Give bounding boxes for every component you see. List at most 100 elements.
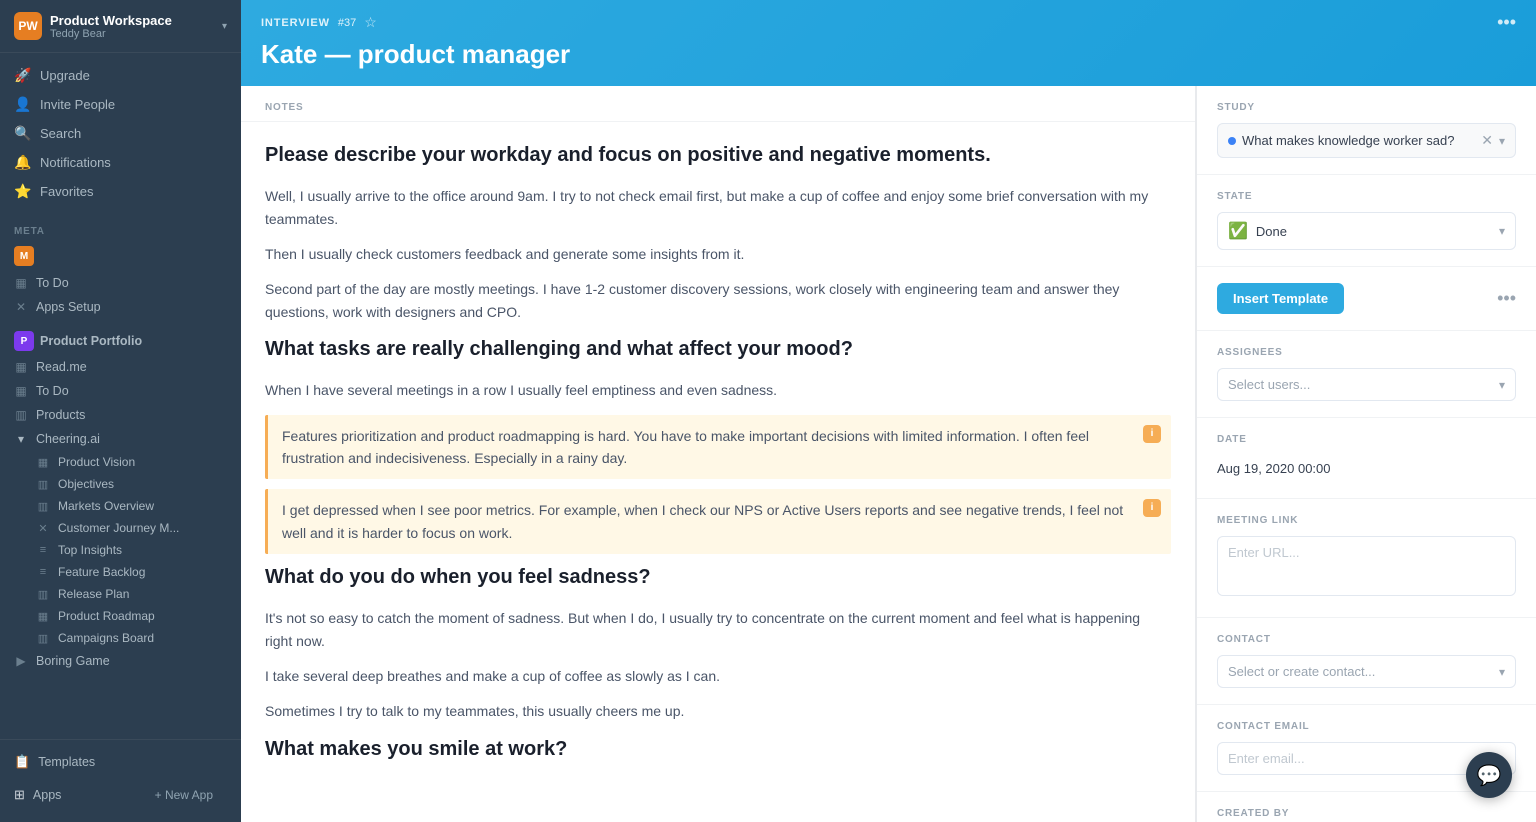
sidebar-item-upgrade[interactable]: 🚀 Upgrade	[0, 61, 241, 90]
apps-setup-label: Apps Setup	[36, 300, 101, 314]
date-value[interactable]: Aug 19, 2020 00:00	[1217, 455, 1516, 482]
sidebar-apps-row: ⊞ Apps + New App	[0, 776, 241, 814]
state-select[interactable]: ✅ Done ▾	[1217, 212, 1516, 250]
created-by-label: CREATED BY	[1217, 808, 1516, 819]
sidebar-item-todo[interactable]: ▦ To Do	[0, 271, 241, 295]
notes-content: Please describe your workday and focus o…	[241, 122, 1195, 799]
workspace-chevron[interactable]: ▾	[222, 21, 227, 32]
favorites-label: Favorites	[40, 184, 93, 199]
product-vision-icon: ▦	[36, 456, 50, 469]
sidebar-item-todo2[interactable]: ▦ To Do	[0, 379, 241, 403]
study-item[interactable]: What makes knowledge worker sad? ✕ ▾	[1217, 123, 1516, 158]
interview-id: #37	[338, 17, 356, 29]
assignees-select[interactable]: Select users... ▾	[1217, 368, 1516, 401]
feature-backlog-icon: ≡	[36, 566, 50, 578]
new-app-button[interactable]: + New App	[141, 782, 227, 808]
meeting-link-label: MEETING LINK	[1217, 515, 1516, 526]
product-roadmap-icon: ▦	[36, 610, 50, 623]
highlight-2-icon: i	[1143, 499, 1161, 517]
workspace-icon: PW	[14, 12, 42, 40]
sidebar-item-product-vision[interactable]: ▦ Product Vision	[0, 451, 241, 473]
sidebar-item-markets-overview[interactable]: ▥ Markets Overview	[0, 495, 241, 517]
contact-select[interactable]: Select or create contact... ▾	[1217, 655, 1516, 688]
insert-template-button[interactable]: Insert Template	[1217, 283, 1344, 314]
insert-template-section: Insert Template •••	[1197, 267, 1536, 331]
portfolio-icon: P	[14, 331, 34, 351]
customer-journey-label: Customer Journey M...	[58, 521, 179, 535]
paragraph-1: Well, I usually arrive to the office aro…	[265, 185, 1171, 231]
star-icon[interactable]: ☆	[364, 14, 377, 31]
sidebar-item-meta[interactable]: M	[0, 241, 241, 271]
workspace-user: Teddy Bear	[50, 28, 214, 40]
insert-more-icon[interactable]: •••	[1497, 288, 1516, 309]
sidebar-item-readme[interactable]: ▦ Read.me	[0, 355, 241, 379]
workspace-header[interactable]: PW Product Workspace Teddy Bear ▾	[0, 0, 241, 53]
page-header: INTERVIEW #37 ☆ ••• Kate — product manag…	[241, 0, 1536, 86]
highlight-1: Features prioritization and product road…	[265, 415, 1171, 480]
campaigns-board-label: Campaigns Board	[58, 631, 154, 645]
sidebar-item-release-plan[interactable]: ▥ Release Plan	[0, 583, 241, 605]
apps-icon: ⊞	[14, 787, 25, 803]
objectives-icon: ▥	[36, 478, 50, 491]
meeting-link-input[interactable]	[1217, 536, 1516, 596]
sidebar-item-feature-backlog[interactable]: ≡ Feature Backlog	[0, 561, 241, 583]
readme-label: Read.me	[36, 360, 87, 374]
main-content: INTERVIEW #37 ☆ ••• Kate — product manag…	[241, 0, 1536, 822]
meeting-link-section: MEETING LINK	[1197, 499, 1536, 618]
sidebar-item-templates[interactable]: 📋 Templates	[0, 748, 241, 776]
portfolio-label: Product Portfolio	[40, 334, 142, 348]
cheering-ai-label: Cheering.ai	[36, 432, 100, 446]
products-label: Products	[36, 408, 85, 422]
sidebar-item-favorites[interactable]: ⭐ Favorites	[0, 177, 241, 206]
sidebar-item-products[interactable]: ▥ Products	[0, 403, 241, 427]
state-value: Done	[1256, 224, 1491, 239]
more-options-icon[interactable]: •••	[1497, 12, 1516, 33]
paragraph-3: Second part of the day are mostly meetin…	[265, 278, 1171, 324]
top-insights-label: Top Insights	[58, 543, 122, 557]
readme-icon: ▦	[14, 360, 28, 374]
date-label: DATE	[1217, 434, 1516, 445]
study-remove-icon[interactable]: ✕	[1481, 132, 1493, 149]
sidebar-item-objectives[interactable]: ▥ Objectives	[0, 473, 241, 495]
top-insights-icon: ≡	[36, 544, 50, 556]
sidebar-item-apps-setup[interactable]: ✕ Apps Setup	[0, 295, 241, 319]
sidebar-item-customer-journey[interactable]: ✕ Customer Journey M...	[0, 517, 241, 539]
sidebar-item-top-insights[interactable]: ≡ Top Insights	[0, 539, 241, 561]
sidebar-item-cheering-ai[interactable]: ▾ Cheering.ai	[0, 427, 241, 451]
sidebar-footer: 📋 Templates ⊞ Apps + New App	[0, 739, 241, 822]
sidebar-item-boring-game[interactable]: ▶ Boring Game	[0, 649, 241, 673]
workspace-name: Product Workspace	[50, 13, 214, 28]
invite-label: Invite People	[40, 97, 115, 112]
paragraph-4: When I have several meetings in a row I …	[265, 379, 1171, 402]
notifications-label: Notifications	[40, 155, 111, 170]
header-meta: INTERVIEW #37 ☆ •••	[261, 12, 1516, 33]
state-label: STATE	[1217, 191, 1516, 202]
objectives-label: Objectives	[58, 477, 114, 491]
study-chevron-icon[interactable]: ▾	[1499, 134, 1505, 148]
assignees-chevron-icon: ▾	[1499, 378, 1505, 392]
contact-chevron-icon: ▾	[1499, 665, 1505, 679]
chat-icon: 💬	[1477, 763, 1502, 788]
customer-journey-icon: ✕	[36, 522, 50, 535]
highlight-2: I get depressed when I see poor metrics.…	[265, 489, 1171, 554]
page-title: Kate — product manager	[261, 39, 1516, 70]
contact-label: CONTACT	[1217, 634, 1516, 645]
sidebar-item-campaigns-board[interactable]: ▥ Campaigns Board	[0, 627, 241, 649]
contact-section: CONTACT Select or create contact... ▾	[1197, 618, 1536, 705]
notes-area: NOTES Please describe your workday and f…	[241, 86, 1196, 822]
boring-game-label: Boring Game	[36, 654, 110, 668]
right-panel: STUDY What makes knowledge worker sad? ✕…	[1196, 86, 1536, 822]
question-4: What makes you smile at work?	[265, 736, 1171, 763]
sidebar-item-product-roadmap[interactable]: ▦ Product Roadmap	[0, 605, 241, 627]
product-vision-label: Product Vision	[58, 455, 135, 469]
sidebar-item-search[interactable]: 🔍 Search	[0, 119, 241, 148]
insert-template-row: Insert Template •••	[1217, 283, 1516, 314]
sidebar-item-invite[interactable]: 👤 Invite People	[0, 90, 241, 119]
product-portfolio-header[interactable]: P Product Portfolio	[0, 319, 241, 355]
chat-bubble[interactable]: 💬	[1466, 752, 1512, 798]
search-icon: 🔍	[14, 125, 30, 142]
apps-label: Apps	[33, 788, 62, 802]
sidebar-item-notifications[interactable]: 🔔 Notifications	[0, 148, 241, 177]
question-1: Please describe your workday and focus o…	[265, 142, 1171, 169]
product-roadmap-label: Product Roadmap	[58, 609, 155, 623]
